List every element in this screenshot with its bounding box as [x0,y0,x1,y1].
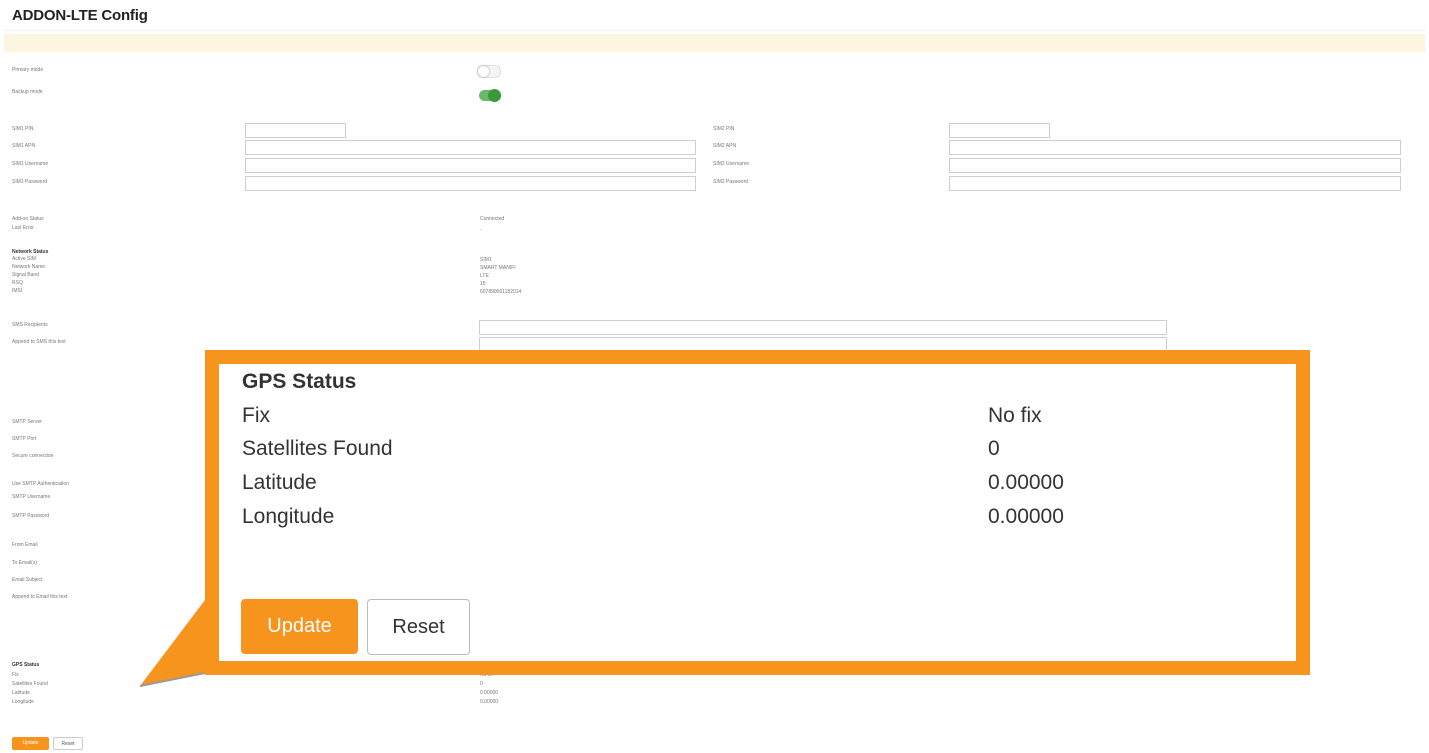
gps-satellites-value: 0 [988,437,1000,460]
gps-latitude-label: Latitude [242,471,317,494]
gps-longitude-label: Longitude [242,505,335,528]
gps-latitude-value: 0.00000 [988,471,1064,494]
gps-satellites-label: Satellites Found [242,437,393,460]
gps-fix-value: No fix [988,404,1042,427]
gps-longitude-value: 0.00000 [988,505,1064,528]
gps-fix-label: Fix [242,404,270,427]
gps-status-heading: GPS Status [242,370,357,393]
reset-button[interactable]: Reset [367,599,470,655]
update-button[interactable]: Update [241,599,358,654]
